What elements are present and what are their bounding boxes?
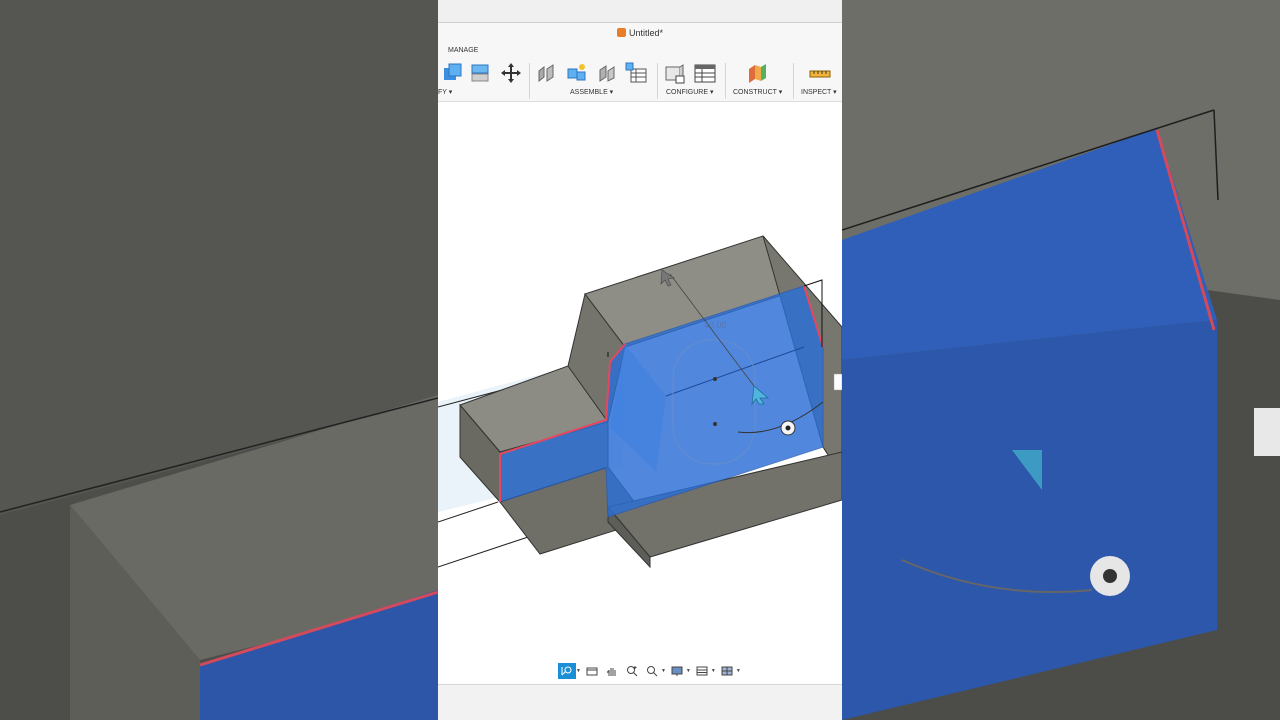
sketch-point [713,422,717,426]
construct-plane-icon[interactable] [744,61,770,85]
separator [657,63,658,99]
background-right-art [842,0,1280,720]
combine-icon[interactable] [440,61,466,85]
move-icon[interactable] [498,61,524,85]
background-left [0,0,438,720]
group-modify[interactable]: FY ▾ [438,88,452,96]
separator [725,63,726,99]
bottom-bar [438,684,842,720]
display-caret-icon[interactable]: ▼ [686,668,691,674]
dimension-label[interactable]: 40.00 [704,320,727,330]
background-right [842,0,1280,720]
document-title: Untitled* [438,28,842,38]
group-inspect[interactable]: INSPECT ▾ [801,88,837,96]
zoom-window-icon [626,666,638,677]
ribbon-toolbar: MANAGE FY ▾ ASSEMBLE ▾ CONFIGURE ▾ CONST… [438,45,842,102]
display-settings-icon [671,666,683,676]
pan-button[interactable] [603,663,621,679]
grid-caret-icon[interactable]: ▼ [711,668,716,674]
viewports-icon [721,666,733,676]
orbit-button[interactable] [558,663,576,679]
document-cube-icon [616,28,626,37]
tab-manage[interactable]: MANAGE [448,47,478,54]
grid-button[interactable] [693,663,711,679]
value-input-tab[interactable] [833,373,842,391]
navigation-bar: ▼ ▼ ▼ ▼ ▼ [558,662,741,680]
new-component-icon[interactable] [564,61,590,85]
group-construct[interactable]: CONSTRUCT ▾ [733,88,782,96]
fusion-app-window: Untitled* MANAGE FY ▾ ASSEMBLE ▾ CONFIGU… [438,0,842,720]
press-pull-icon[interactable] [468,61,494,85]
viewports-button[interactable] [718,663,736,679]
separator [529,63,530,99]
background-left-art [0,0,438,720]
document-title-text: Untitled* [628,28,664,38]
orbit-icon [561,666,572,676]
viewports-caret-icon[interactable]: ▼ [736,668,741,674]
grid-icon [696,666,708,676]
bom-table-icon[interactable] [624,61,650,85]
zoom-caret-icon[interactable]: ▼ [661,668,666,674]
group-configure[interactable]: CONFIGURE ▾ [666,88,713,96]
configure-icon[interactable] [662,61,688,85]
zoom-window-button[interactable] [623,663,641,679]
zoom-button[interactable] [643,663,661,679]
configuration-table-icon[interactable] [692,61,718,85]
canvas-viewport[interactable]: 40.00 [438,102,842,684]
look-at-icon [586,667,598,676]
zoom-icon [646,666,658,677]
rotate-manipulator-center [785,425,791,431]
model-canvas[interactable] [438,102,842,684]
look-at-button[interactable] [583,663,601,679]
as-built-joint-icon[interactable] [595,61,621,85]
sketch-point [713,377,717,381]
title-bar: Untitled* [438,23,842,45]
joint-icon[interactable] [535,61,561,85]
separator [793,63,794,99]
top-strip [438,0,842,23]
group-assemble[interactable]: ASSEMBLE ▾ [570,88,613,96]
measure-icon[interactable] [807,61,833,85]
display-settings-button[interactable] [668,663,686,679]
pan-icon [607,668,616,676]
orbit-caret-icon[interactable]: ▼ [576,668,581,674]
